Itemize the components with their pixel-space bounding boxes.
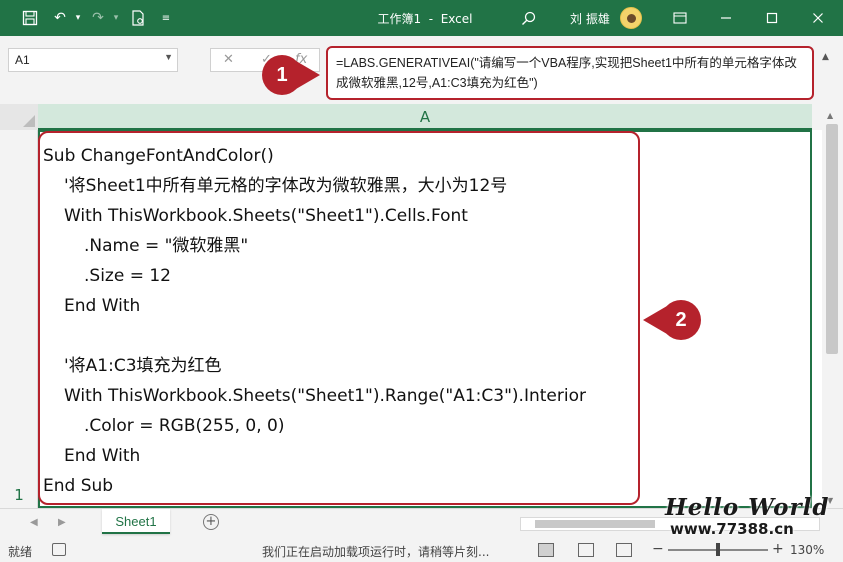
vertical-scrollbar[interactable]: ▲ ▼ <box>822 108 843 508</box>
cancel-icon[interactable]: ✕ <box>223 52 234 67</box>
code-line: .Name = "微软雅黑" <box>84 236 249 256</box>
callout-2: 2 <box>643 300 701 340</box>
redo-dropdown-icon[interactable]: ▾ <box>106 8 126 28</box>
add-sheet-icon[interactable]: + <box>203 514 219 530</box>
tab-sheet1[interactable]: Sheet1 <box>102 509 170 534</box>
title-bar: ↶ ▾ ↷ ▾ ≡ 工作簿1 - Excel 刘 振雄 <box>0 0 843 36</box>
callout-pointer <box>296 61 320 89</box>
scroll-up-icon[interactable]: ▲ <box>827 111 833 120</box>
code-line: '将A1:C3填充为红色 <box>64 356 222 376</box>
horizontal-scrollbar-thumb[interactable] <box>535 520 655 528</box>
code-line: With ThisWorkbook.Sheets("Sheet1").Cells… <box>64 206 468 226</box>
code-line: '将Sheet1中所有单元格的字体改为微软雅黑，大小为12号 <box>64 176 508 196</box>
formula-input[interactable]: =LABS.GENERATIVEAI("请编写一个VBA程序,实现把Sheet1… <box>326 46 814 100</box>
status-message: 我们正在启动加载项运行时，请稍等片刻... <box>262 545 490 559</box>
avatar[interactable] <box>620 7 642 29</box>
maximize-icon[interactable] <box>762 8 782 28</box>
code-line: Sub ChangeFontAndColor() <box>43 146 274 166</box>
code-line: End With <box>64 446 141 466</box>
callout-2-label: 2 <box>661 300 701 340</box>
callout-1: 1 <box>262 55 320 95</box>
column-header-bar: A <box>0 104 843 130</box>
code-line: End Sub <box>43 476 114 496</box>
redo-icon[interactable]: ↷ <box>88 8 108 28</box>
status-ready: 就绪 <box>8 545 33 559</box>
window-title: 工作簿1 - Excel <box>377 12 473 26</box>
print-preview-icon[interactable] <box>128 8 148 28</box>
zoom-level[interactable]: 130% <box>790 543 824 557</box>
watermark-url: www.77388.cn <box>670 520 794 538</box>
zoom-out-icon[interactable]: − <box>652 541 664 557</box>
code-line: .Color = RGB(255, 0, 0) <box>84 416 285 436</box>
zoom-slider-thumb[interactable] <box>716 543 720 556</box>
formula-bar: A1 ▼ ✕ ✓ fx =LABS.GENERATIVEAI("请编写一个VBA… <box>0 36 843 104</box>
generated-vba-code: Sub ChangeFontAndColor() '将Sheet1中所有单元格的… <box>38 131 640 505</box>
code-line: End With <box>64 296 141 316</box>
next-sheet-icon[interactable]: ▶ <box>58 517 66 528</box>
normal-view-icon[interactable] <box>538 543 554 557</box>
status-bar: 就绪 我们正在启动加载项运行时，请稍等片刻... − + 130% <box>0 538 843 562</box>
watermark-title: Hello World <box>665 494 830 521</box>
undo-dropdown-icon[interactable]: ▾ <box>68 8 88 28</box>
previous-sheet-icon[interactable]: ◀ <box>30 517 38 528</box>
page-break-view-icon[interactable] <box>616 543 632 557</box>
accessibility-icon[interactable] <box>52 543 66 556</box>
page-layout-view-icon[interactable] <box>578 543 594 557</box>
save-icon[interactable] <box>20 8 40 28</box>
code-line: With ThisWorkbook.Sheets("Sheet1").Range… <box>64 386 586 406</box>
user-name[interactable]: 刘 振雄 <box>570 10 610 27</box>
scrollbar-thumb[interactable] <box>826 124 838 354</box>
row-header: 1 <box>0 130 38 508</box>
name-box-value: A1 <box>15 53 30 67</box>
zoom-in-icon[interactable]: + <box>772 541 784 557</box>
expand-formula-bar-icon[interactable]: ▲ <box>822 52 829 62</box>
undo-icon[interactable]: ↶ <box>50 8 70 28</box>
chevron-down-icon[interactable]: ▼ <box>164 52 173 62</box>
minimize-icon[interactable] <box>716 8 736 28</box>
ribbon-display-options-icon[interactable] <box>670 8 690 28</box>
code-line: .Size = 12 <box>84 266 171 286</box>
name-box[interactable]: A1 ▼ <box>8 48 178 72</box>
row-header-1[interactable]: 1 <box>0 486 38 504</box>
column-header-a[interactable]: A <box>38 104 812 130</box>
search-icon[interactable] <box>518 8 538 28</box>
close-icon[interactable] <box>808 8 828 28</box>
customize-quick-access-icon[interactable]: ≡ <box>156 8 176 28</box>
select-all-button[interactable] <box>0 104 38 130</box>
